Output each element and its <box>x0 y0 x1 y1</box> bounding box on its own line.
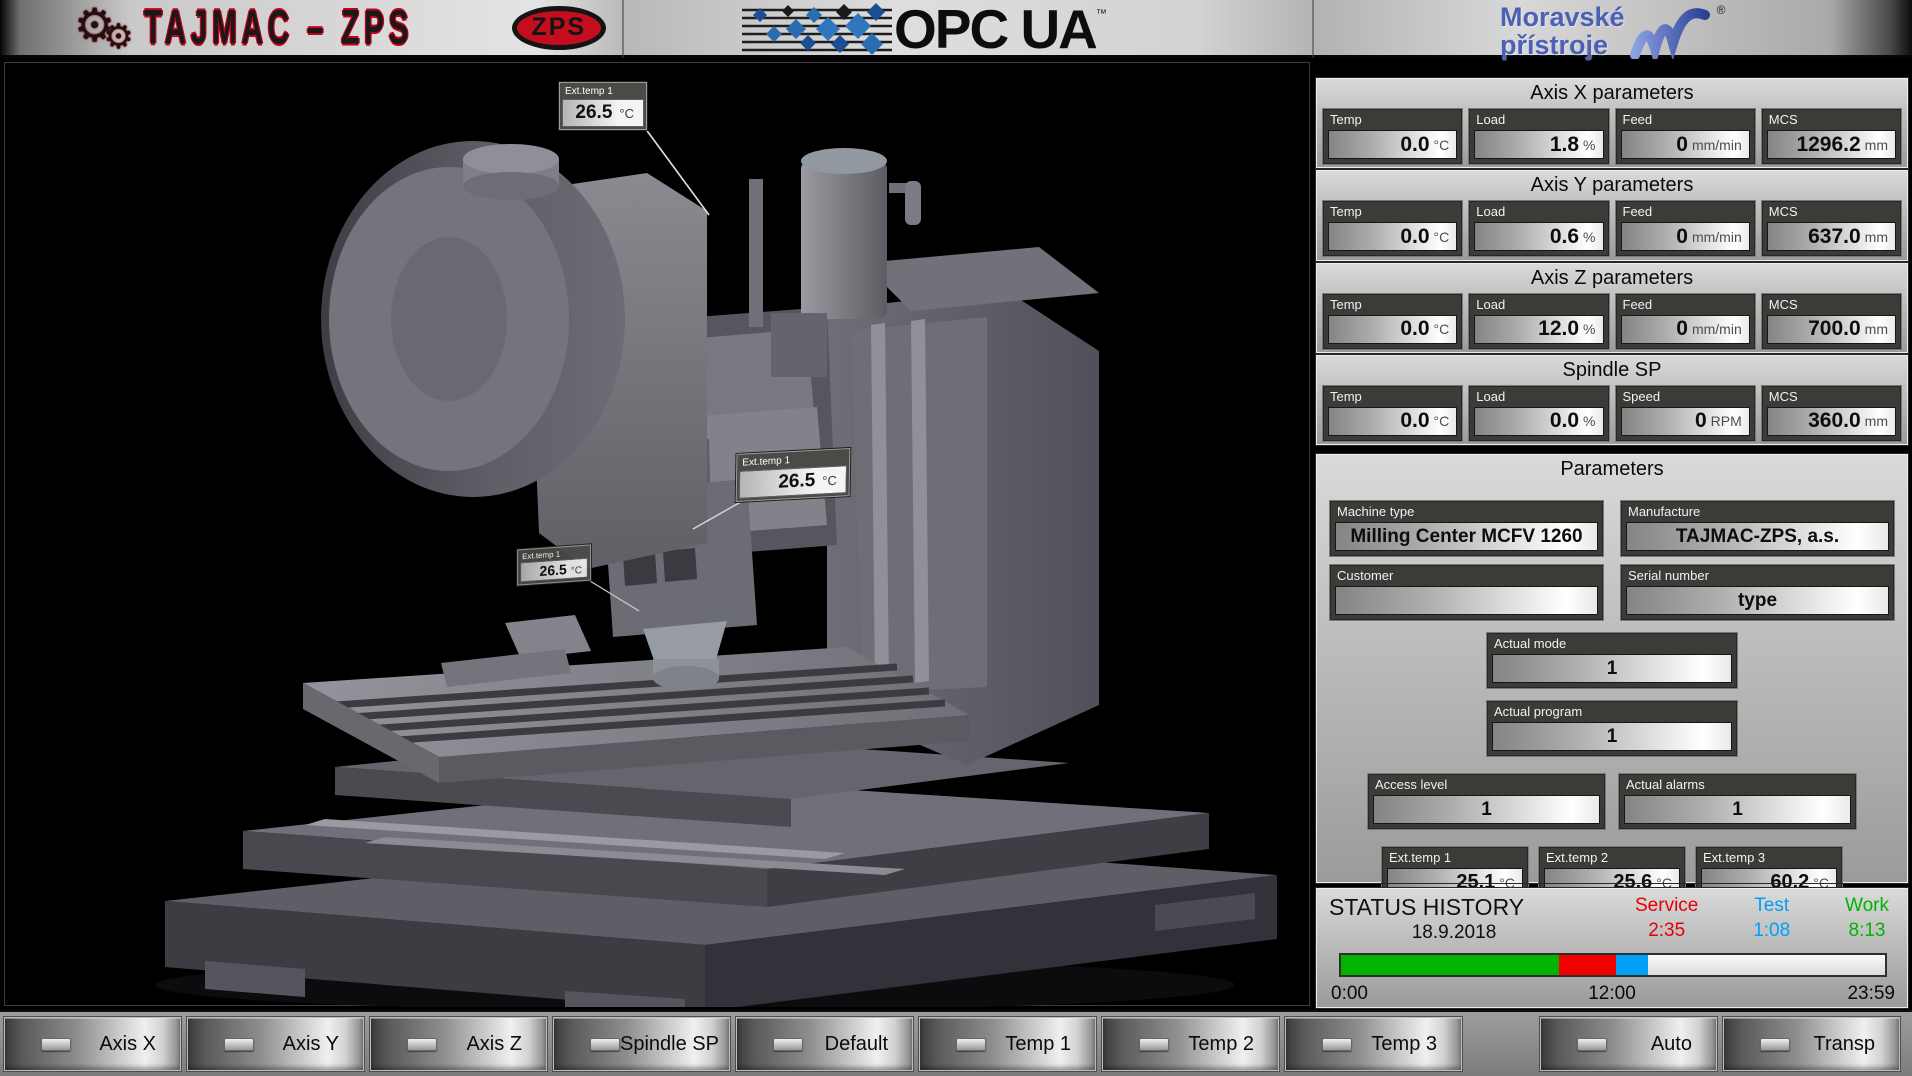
indicator-lamp <box>1577 1038 1607 1051</box>
axis-z-mcs-field: MCS 700.0mm <box>1761 293 1902 350</box>
opc-diamonds-icon <box>742 1 892 57</box>
panel-title: Axis Z parameters <box>1317 267 1907 290</box>
service-segment <box>1559 955 1616 975</box>
spindle-load-field: Load 0.0% <box>1468 385 1609 442</box>
swoosh-icon <box>1629 5 1725 59</box>
axis-y-panel: Axis Y parameters Temp 0.0°C Load 0.6% F… <box>1316 170 1908 260</box>
actual-alarms-field: Actual alarms 1 <box>1618 773 1857 830</box>
status-timeline-bar <box>1339 953 1887 977</box>
overlay-value: 26.5 °C <box>520 558 588 583</box>
work-segment <box>1341 955 1559 975</box>
axis-z-load-field: Load 12.0% <box>1468 293 1609 350</box>
header-divider <box>622 0 624 58</box>
spindle-speed-field: Speed 0RPM <box>1615 385 1756 442</box>
legend-test: Test 1:08 <box>1753 895 1790 944</box>
mp-line2: přístroje <box>1500 31 1625 59</box>
indicator-lamp <box>1139 1038 1169 1051</box>
axis-z-temp-field: Temp 0.0°C <box>1322 293 1463 350</box>
spindle-temp-field: Temp 0.0°C <box>1322 385 1463 442</box>
status-history-title: STATUS HISTORY <box>1329 894 1579 921</box>
panel-title: Axis Y parameters <box>1317 174 1907 197</box>
overlay-value: 26.5 °C <box>562 99 644 127</box>
right-panel: Axis X parameters Temp 0.0°C Load 1.8% F… <box>1316 62 1908 1008</box>
customer-field: Customer <box>1329 564 1604 621</box>
axis-x-mcs-field: MCS 1296.2mm <box>1761 108 1902 165</box>
bottom-toolbar: Axis X Axis Y Axis Z Spindle SP Default … <box>0 1010 1912 1076</box>
ext-temp-overlay-2: Ext.temp 1 26.5 °C <box>736 448 851 502</box>
registered-symbol: ® <box>1717 3 1726 17</box>
indicator-lamp <box>224 1038 254 1051</box>
indicator-lamp <box>41 1038 71 1051</box>
axis-x-panel: Axis X parameters Temp 0.0°C Load 1.8% F… <box>1316 78 1908 168</box>
button-temp-1[interactable]: Temp 1 <box>919 1017 1096 1071</box>
opc-ua-logo: OPC UA ™ <box>742 0 1107 58</box>
mp-line1: Moravské <box>1500 3 1625 31</box>
button-axis-x[interactable]: Axis X <box>4 1017 181 1071</box>
axis-y-load-field: Load 0.6% <box>1468 200 1609 257</box>
label-connector-lines <box>5 63 1311 1007</box>
status-legend: Service 2:35 Test 1:08 Work 8:13 <box>1579 894 1895 944</box>
axis-x-load-field: Load 1.8% <box>1468 108 1609 165</box>
panel-title: Spindle SP <box>1317 359 1907 382</box>
ext-temp-overlay-3: Ext.temp 1 26.5 °C <box>517 544 591 585</box>
button-axis-y[interactable]: Axis Y <box>187 1017 364 1071</box>
axis-z-feed-field: Feed 0mm/min <box>1615 293 1756 350</box>
button-transp[interactable]: Transp <box>1723 1017 1900 1071</box>
indicator-lamp <box>590 1038 620 1051</box>
axis-x-feed-field: Feed 0mm/min <box>1615 108 1756 165</box>
test-segment <box>1616 955 1649 975</box>
spindle-sp-panel: Spindle SP Temp 0.0°C Load 0.0% Speed 0R… <box>1316 355 1908 445</box>
manufacture-field: Manufacture TAJMAC-ZPS, a.s. <box>1620 500 1895 557</box>
button-default[interactable]: Default <box>736 1017 913 1071</box>
axis-x-temp-field: Temp 0.0°C <box>1322 108 1463 165</box>
trademark-symbol: ™ <box>1096 8 1107 20</box>
header: ⚙ ⚙ TAJMAC – ZPS ZPS <box>0 0 1912 58</box>
machine-3d-view[interactable]: Ext.temp 1 26.5 °C Ext.temp 1 26.5 °C Ex… <box>4 62 1310 1006</box>
panel-title: Axis X parameters <box>1317 82 1907 105</box>
indicator-lamp <box>407 1038 437 1051</box>
overlay-label: Ext.temp 1 <box>562 85 644 99</box>
tajmac-logo-text: TAJMAC – ZPS <box>144 0 426 55</box>
timeline-labels: 0:00 12:00 23:59 <box>1329 983 1895 1007</box>
button-spindle-sp[interactable]: Spindle SP <box>553 1017 730 1071</box>
header-divider <box>1312 0 1314 58</box>
actual-program-field: Actual program 1 <box>1486 700 1738 757</box>
button-temp-3[interactable]: Temp 3 <box>1285 1017 1462 1071</box>
overlay-value: 26.5 °C <box>739 465 847 499</box>
axis-z-panel: Axis Z parameters Temp 0.0°C Load 12.0% … <box>1316 263 1908 353</box>
indicator-lamp <box>1760 1038 1790 1051</box>
opc-ua-text: OPC UA <box>894 0 1096 61</box>
tajmac-zps-logo: ⚙ ⚙ TAJMAC – ZPS ZPS <box>74 0 606 55</box>
moravske-pristroje-logo: Moravské přístroje ® <box>1500 3 1725 60</box>
ext-temp-overlay-1: Ext.temp 1 26.5 °C <box>559 82 647 130</box>
machine-type-field: Machine type Milling Center MCFV 1260 <box>1329 500 1604 557</box>
actual-mode-field: Actual mode 1 <box>1486 632 1738 689</box>
indicator-lamp <box>773 1038 803 1051</box>
button-auto[interactable]: Auto <box>1540 1017 1717 1071</box>
access-level-field: Access level 1 <box>1367 773 1606 830</box>
indicator-lamp <box>956 1038 986 1051</box>
legend-service: Service 2:35 <box>1635 895 1698 944</box>
serial-number-field: Serial number type <box>1620 564 1895 621</box>
hmi-screen: ⚙ ⚙ TAJMAC – ZPS ZPS <box>0 0 1912 1076</box>
button-axis-z[interactable]: Axis Z <box>370 1017 547 1071</box>
gear-icon: ⚙ <box>103 20 133 54</box>
button-temp-2[interactable]: Temp 2 <box>1102 1017 1279 1071</box>
mp-logo-text: Moravské přístroje <box>1500 3 1625 60</box>
zps-badge: ZPS <box>512 6 606 50</box>
parameters-panel: Parameters Machine type Milling Center M… <box>1316 454 1908 883</box>
spindle-mcs-field: MCS 360.0mm <box>1761 385 1902 442</box>
indicator-lamp <box>1322 1038 1352 1051</box>
status-date: 18.9.2018 <box>1329 922 1579 944</box>
axis-y-mcs-field: MCS 637.0mm <box>1761 200 1902 257</box>
legend-work: Work 8:13 <box>1845 895 1889 944</box>
panel-title: Parameters <box>1317 458 1907 481</box>
axis-y-temp-field: Temp 0.0°C <box>1322 200 1463 257</box>
status-history-panel: STATUS HISTORY 18.9.2018 Service 2:35 Te… <box>1316 888 1908 1008</box>
axis-y-feed-field: Feed 0mm/min <box>1615 200 1756 257</box>
